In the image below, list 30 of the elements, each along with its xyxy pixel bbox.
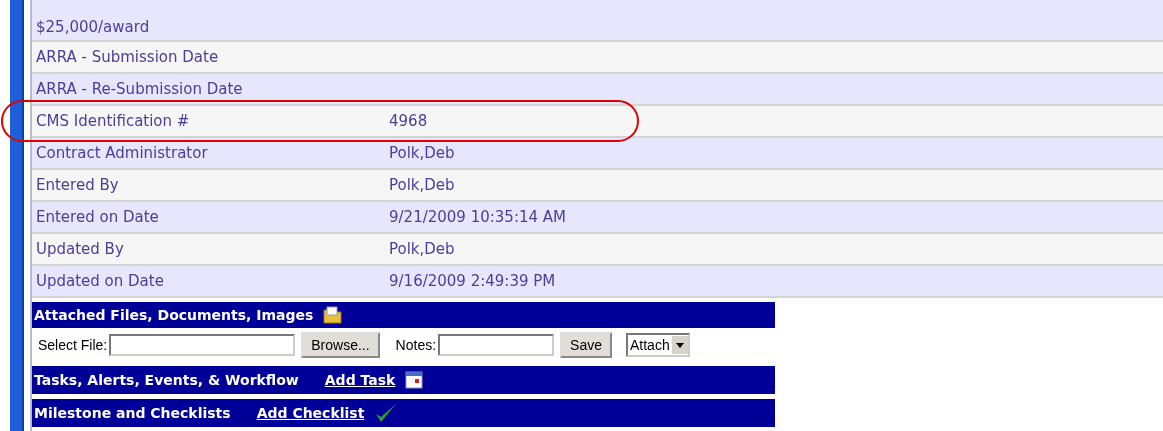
action-dropdown[interactable]: Attach — [626, 333, 690, 357]
field-value: 4968 — [389, 112, 428, 130]
add-checklist-link[interactable]: Add Checklist — [256, 405, 365, 421]
field-value: Polk,Deb — [389, 144, 455, 162]
section-title: Tasks, Alerts, Events, & Workflow — [34, 372, 299, 388]
field-label: ARRA - Submission Date — [35, 48, 220, 66]
field-label: Entered By — [35, 176, 120, 194]
save-button[interactable]: Save — [560, 332, 612, 358]
field-label: Contract Administrator — [35, 144, 209, 162]
field-label: Updated on Date — [35, 272, 165, 290]
field-label: $25,000/award — [35, 18, 151, 36]
browse-button[interactable]: Browse... — [301, 332, 380, 358]
checkmark-icon — [374, 402, 399, 424]
field-value: Polk,Deb — [389, 176, 455, 194]
field-label: Entered on Date — [35, 208, 160, 226]
field-label: CMS Identification # — [35, 112, 191, 130]
calendar-icon — [405, 371, 424, 389]
notes-field[interactable] — [438, 334, 555, 356]
field-label: Notes: — [395, 337, 437, 353]
section-title: Milestone and Checklists — [34, 405, 231, 421]
folder-icon — [323, 306, 344, 324]
field-label: Updated By — [35, 240, 125, 258]
field-label: Select File: — [38, 337, 108, 353]
field-label: ARRA - Re-Submission Date — [35, 80, 244, 98]
field-value: Polk,Deb — [389, 240, 455, 258]
section-title: Attached Files, Documents, Images — [34, 307, 314, 323]
field-value: 9/16/2009 2:49:39 PM — [389, 272, 556, 290]
field-value: 9/21/2009 10:35:14 AM — [389, 208, 567, 226]
add-task-link[interactable]: Add Task — [324, 372, 396, 388]
file-field[interactable] — [109, 334, 296, 356]
